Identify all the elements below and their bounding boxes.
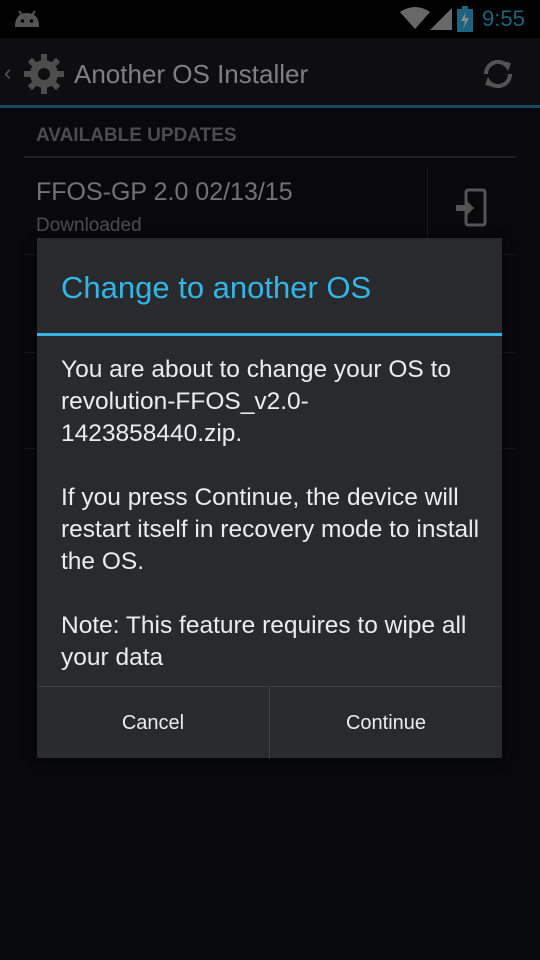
confirm-dialog: Change to another OS You are about to ch… <box>37 238 502 759</box>
dialog-button-bar: Cancel Continue <box>37 686 502 759</box>
cancel-button[interactable]: Cancel <box>37 687 269 759</box>
dialog-paragraph: You are about to change your OS to revol… <box>61 356 452 447</box>
dialog-message: You are about to change your OS to revol… <box>61 354 486 674</box>
continue-button[interactable]: Continue <box>270 687 502 759</box>
dialog-title: Change to another OS <box>61 270 372 305</box>
dialog-paragraph: Note: This feature requires to wipe all … <box>61 612 467 671</box>
dialog-title-divider <box>37 333 502 336</box>
dialog-paragraph: If you press Continue, the device will r… <box>61 484 480 575</box>
